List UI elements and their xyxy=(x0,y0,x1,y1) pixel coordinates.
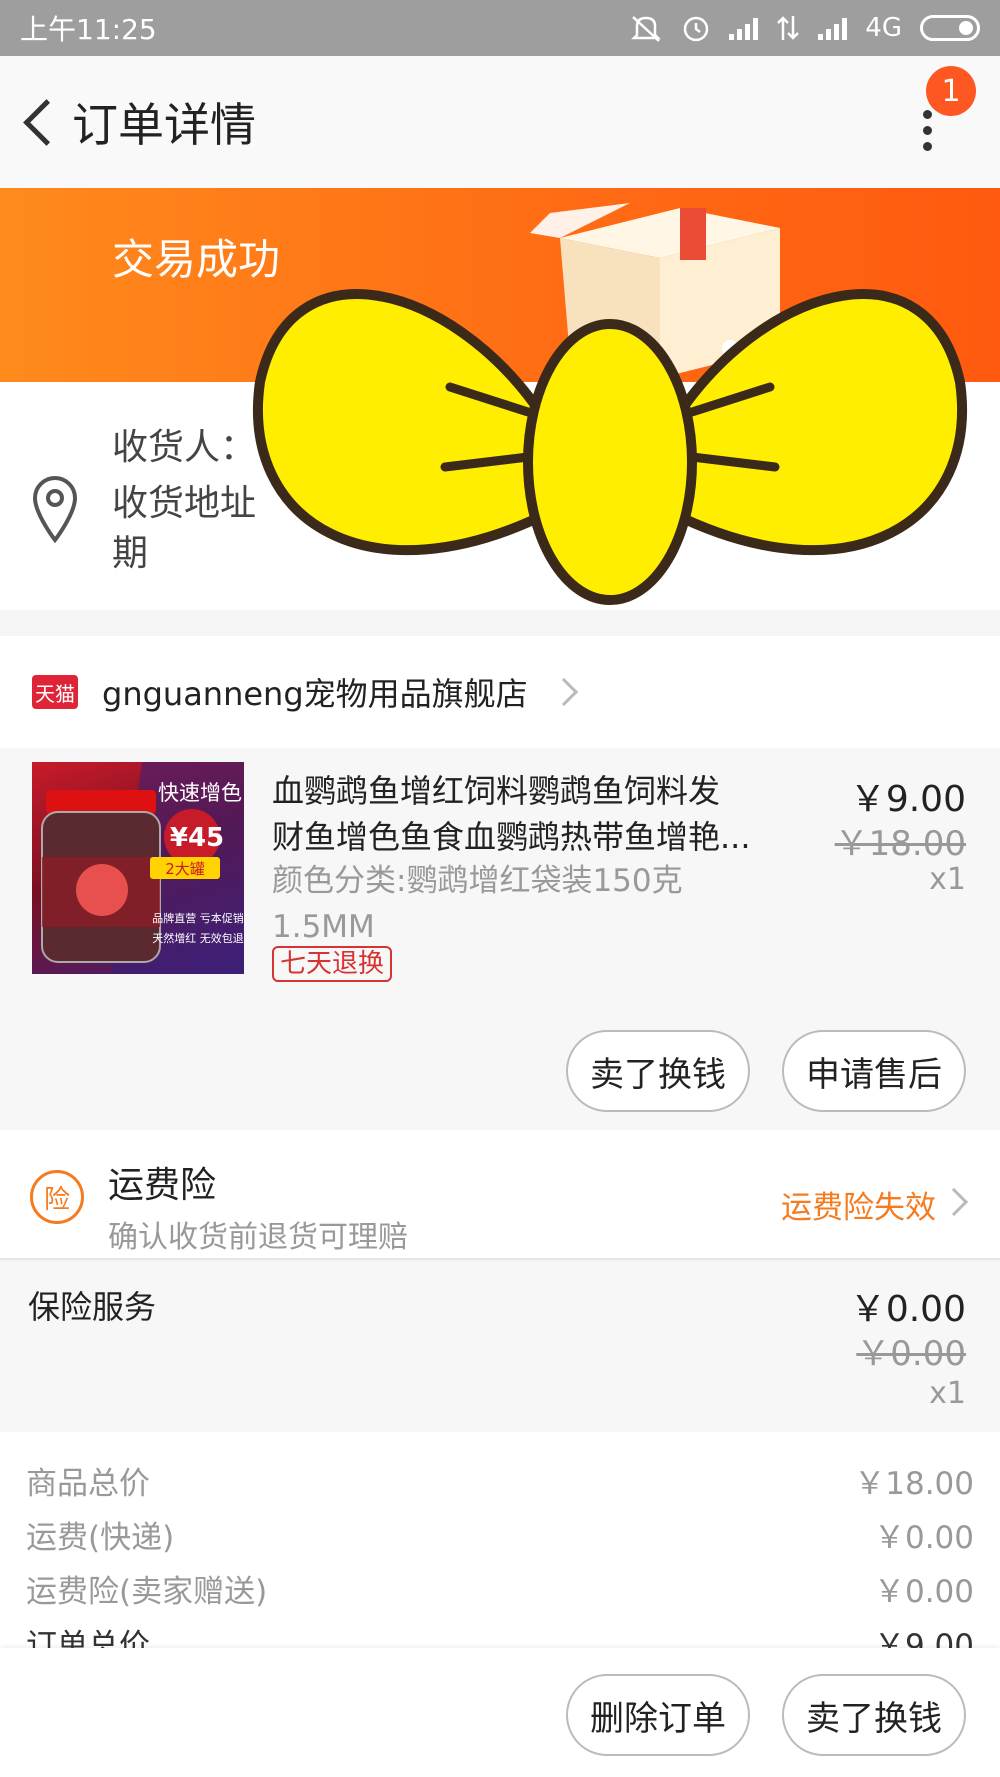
sell-for-cash-bottom-button[interactable]: 卖了换钱 xyxy=(782,1674,966,1756)
status-time: 上午11:25 xyxy=(20,13,157,46)
chevron-right-icon xyxy=(549,677,578,707)
battery-icon xyxy=(920,15,980,41)
product-price: ￥9.00 xyxy=(849,779,966,820)
chevron-right-icon xyxy=(939,1187,969,1217)
page-title: 订单详情 xyxy=(72,98,256,152)
product-item[interactable]: 快速增色 ¥45 2大罐 品牌直营 亏本促销 天然增红 无效包退 血鹦鹉鱼增红饲… xyxy=(0,748,1000,1130)
freight-insurance-subtitle: 确认收货前退货可理赔 xyxy=(108,1220,408,1255)
data-transfer-icon xyxy=(777,16,800,40)
notification-badge: 1 xyxy=(926,66,976,116)
product-image-pack: 2大罐 xyxy=(165,860,205,878)
status-icons: 4G xyxy=(629,13,980,43)
price-summary: 商品总价 ￥18.00 运费(快递) ￥0.00 运费险(卖家赠送) ￥0.00… xyxy=(0,1432,1000,1662)
product-image-price: ¥45 xyxy=(170,823,224,853)
freight-insurance-status: 运费险失效 xyxy=(781,1190,936,1226)
bottom-action-bar: 删除订单 卖了换钱 xyxy=(0,1648,1000,1777)
product-image-slogan: 快速增色 xyxy=(158,781,242,805)
freight-insurance-row[interactable]: 险 运费险 确认收货前退货可理赔 运费险失效 xyxy=(0,1130,1000,1260)
network-type: 4G xyxy=(865,13,902,43)
product-image[interactable]: 快速增色 ¥45 2大罐 品牌直营 亏本促销 天然增红 无效包退 xyxy=(32,762,244,974)
location-pin-icon xyxy=(32,476,78,544)
apply-after-sale-button[interactable]: 申请售后 xyxy=(782,1030,966,1112)
insurance-price: ￥0.00 xyxy=(849,1289,966,1330)
delete-order-button[interactable]: 删除订单 xyxy=(566,1674,750,1756)
product-quantity: x1 xyxy=(929,862,966,897)
insurance-service-item: 保险服务 ￥0.00 ￥0.00 x1 xyxy=(0,1262,1000,1432)
insurance-icon: 险 xyxy=(30,1170,84,1224)
alarm-icon xyxy=(684,16,709,42)
freight-insurance-title: 运费险 xyxy=(108,1165,217,1206)
address-tail: 期 xyxy=(112,533,149,574)
order-detail-screen: 上午11:25 4G 订单详情 1 交易成功 收货人： 收货地址 期 天猫 gn… xyxy=(0,0,1000,1777)
bow-sticker-icon xyxy=(253,289,967,605)
back-arrow-icon[interactable] xyxy=(8,92,68,152)
product-jar-graphic: 快速增色 ¥45 2大罐 品牌直营 亏本促销 天然增红 无效包退 xyxy=(41,762,244,974)
insurance-quantity: x1 xyxy=(929,1376,966,1411)
summary-row: 运费(快递) ￥0.00 xyxy=(26,1520,974,1556)
summary-row: 商品总价 ￥18.00 xyxy=(26,1466,974,1502)
address-label: 收货地址 xyxy=(112,483,257,524)
summary-row: 运费险(卖家赠送) ￥0.00 xyxy=(26,1574,974,1610)
status-bar: 上午11:25 4G xyxy=(0,0,1000,56)
product-image-promo-1: 品牌直营 亏本促销 xyxy=(152,911,244,925)
signal-icon-2 xyxy=(818,16,848,40)
signal-icon xyxy=(729,16,759,40)
sell-for-cash-button[interactable]: 卖了换钱 xyxy=(566,1030,750,1112)
insurance-original-price: ￥0.00 xyxy=(856,1334,966,1374)
nav-bar: 订单详情 1 xyxy=(0,56,1000,188)
product-original-price: ￥18.00 xyxy=(834,824,966,864)
product-title[interactable]: 血鹦鹉鱼增红饲料鹦鹉鱼饲料发 财鱼增色鱼食血鹦鹉热带鱼增艳... xyxy=(272,768,792,860)
product-image-promo-2: 天然增红 无效包退 xyxy=(152,931,244,945)
tmall-logo-icon: 天猫 xyxy=(32,675,78,709)
shop-row[interactable]: 天猫 gnguanneng宠物用品旗舰店 xyxy=(0,636,1000,748)
seven-day-return-tag: 七天退换 xyxy=(272,946,393,982)
receiver-label: 收货人： xyxy=(112,427,257,468)
shop-name: gnguanneng宠物用品旗舰店 xyxy=(102,675,528,713)
mute-icon xyxy=(631,16,662,42)
insurance-service-title: 保险服务 xyxy=(28,1288,157,1326)
product-spec: 颜色分类:鹦鹉增红袋装150克 1.5MM xyxy=(272,863,683,945)
